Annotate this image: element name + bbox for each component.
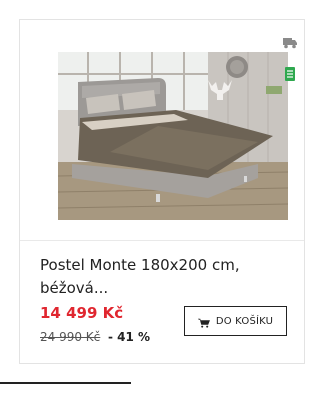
discount-badge: - 41 %: [108, 330, 151, 344]
in-stock-icon: [282, 66, 298, 81]
card-divider: [20, 240, 304, 241]
add-to-cart-label: DO KOŠÍKU: [215, 315, 274, 327]
original-price: 24 990 Kč: [40, 330, 101, 344]
product-title[interactable]: Postel Monte 180x200 cm, béžová...: [40, 254, 280, 300]
product-image[interactable]: [58, 52, 288, 220]
bottom-rule: [0, 382, 131, 384]
product-price: 14 499 Kč: [40, 304, 124, 322]
product-card[interactable]: Postel Monte 180x200 cm, béžová... 14 49…: [19, 19, 305, 364]
delivery-truck-icon: [282, 34, 298, 49]
add-to-cart-button[interactable]: DO KOŠÍKU: [184, 306, 287, 336]
bed-photo-icon: [58, 52, 288, 220]
cart-icon: [197, 316, 210, 328]
